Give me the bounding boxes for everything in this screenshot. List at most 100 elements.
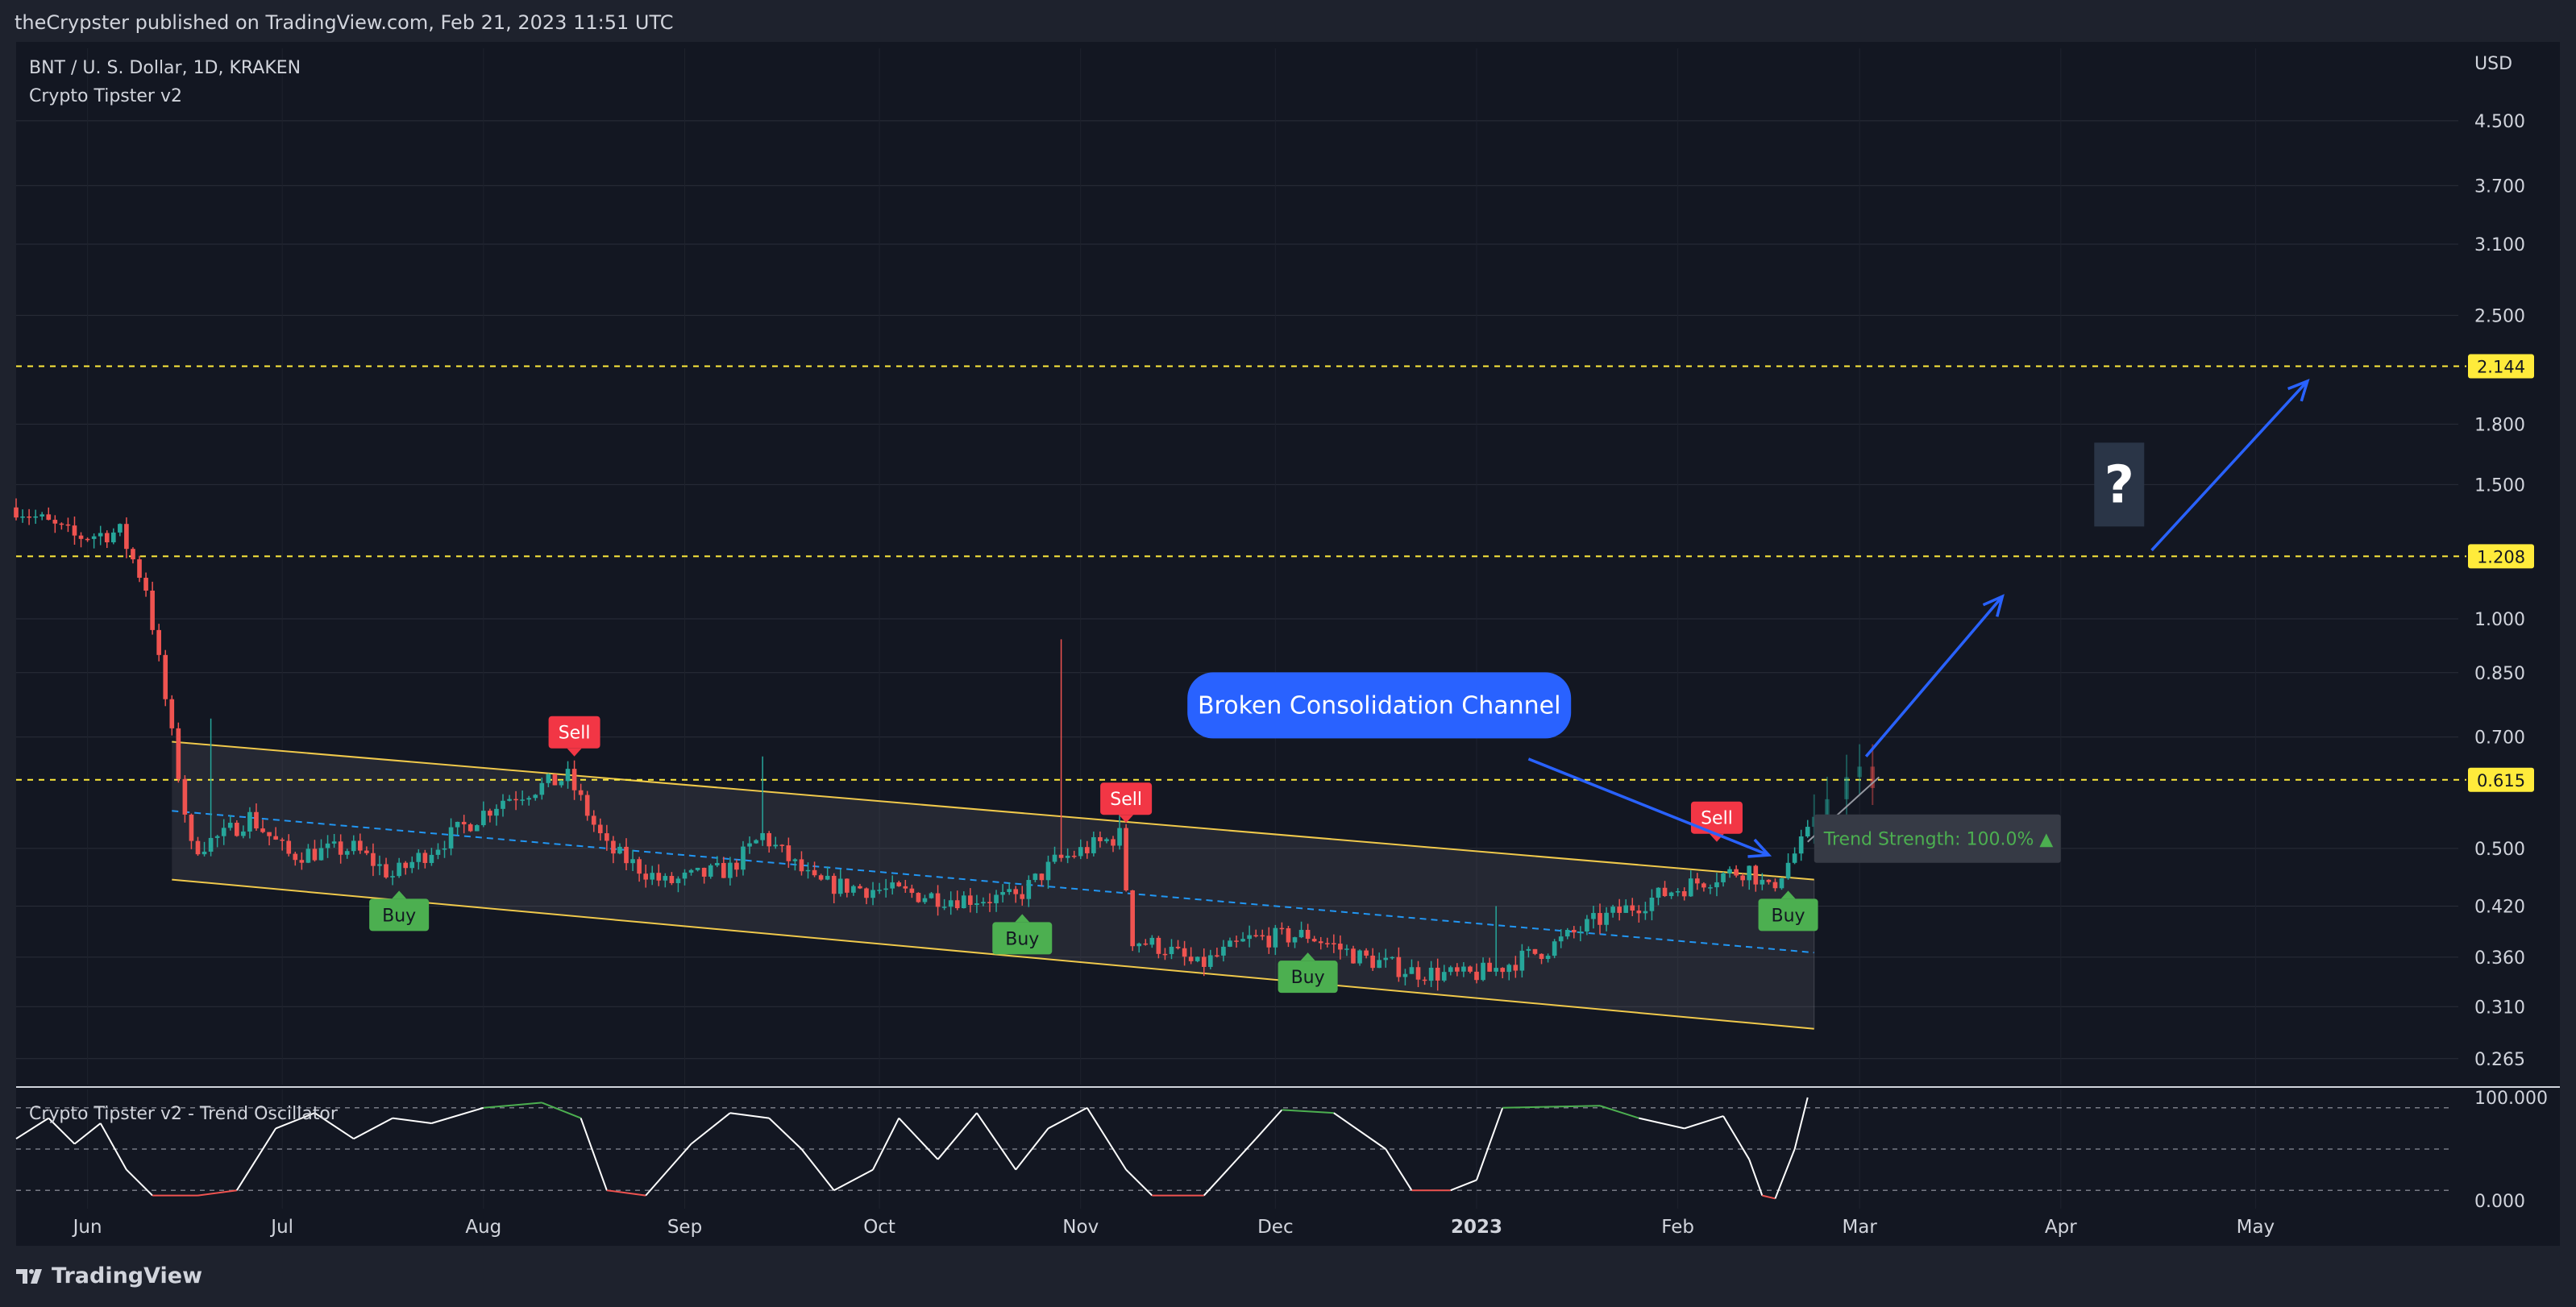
candle-body (195, 840, 201, 855)
candle-body (442, 848, 447, 850)
oscillator-pane: 100.000 0.000 (15, 1089, 2548, 1212)
candle-body (1435, 967, 1440, 981)
candle-body (318, 848, 324, 861)
candle-body (1149, 937, 1155, 945)
candle-body (1286, 927, 1291, 943)
oscillator-segment (729, 1112, 770, 1119)
candle-body (1747, 865, 1752, 881)
candle-body (643, 873, 648, 880)
y-tick-label: 0.265 (2474, 1050, 2525, 1070)
buy-signal-label: Buy (1005, 929, 1039, 949)
candle-body (1564, 930, 1570, 937)
candle-body (1111, 839, 1116, 846)
y-tick-label: 0.700 (2474, 728, 2525, 749)
candle-body (611, 840, 616, 854)
annotation-arrow (2150, 380, 2309, 552)
candle-body (605, 833, 609, 841)
x-tick-label: Sep (667, 1217, 702, 1238)
sell-signal-label: Sell (1701, 809, 1733, 829)
candle-body (358, 840, 363, 851)
candle-body (968, 895, 973, 905)
candle-body (539, 782, 545, 795)
tradingview-brand: TradingView (52, 1263, 203, 1288)
trend-strength-text: Trend Strength: 100.0% ▲ (1823, 830, 2054, 850)
oscillator-segment (235, 1127, 276, 1191)
chart-canvas[interactable]: 2.144 1.208 0.615 Sell Buy Sell Buy Buy Sell Buy… (0, 0, 2576, 1307)
candle-body (1571, 930, 1577, 933)
oscillator-segment (541, 1102, 582, 1119)
candle-body (1124, 828, 1128, 890)
candle-body (1468, 966, 1473, 972)
oscillator-segment (800, 1148, 835, 1191)
candle-body (1668, 892, 1674, 897)
candle-body (1506, 965, 1512, 973)
y-tick-label: 4.500 (2474, 112, 2525, 132)
candle-body (59, 523, 64, 525)
candle-body (494, 808, 499, 816)
candle-body (974, 903, 979, 905)
candle-body (1604, 912, 1609, 925)
candle-body (1558, 936, 1564, 942)
oscillator-segment (1450, 1179, 1477, 1192)
candle-body (1065, 855, 1070, 858)
candle-body (1332, 943, 1336, 944)
candle-body (429, 854, 434, 863)
candle-body (1708, 887, 1713, 889)
candle-body (422, 853, 428, 863)
candle-body (513, 799, 518, 801)
candle-body (14, 507, 19, 518)
candle-body (189, 814, 194, 841)
candle-body (124, 524, 129, 550)
candle-body (72, 525, 77, 536)
candle-body (1481, 962, 1485, 981)
candle-body (1052, 854, 1057, 862)
candle-body (1422, 979, 1427, 981)
candle-body (384, 864, 388, 878)
candle-body (182, 778, 188, 815)
oscillator-segment (392, 1117, 432, 1124)
candle-body (799, 859, 804, 872)
candle-body (1221, 946, 1226, 956)
candle-body (650, 873, 655, 880)
candle-body (578, 790, 584, 795)
candle-body (52, 520, 58, 524)
candle-body (883, 888, 888, 890)
candle-body (241, 831, 246, 836)
candle-body (1273, 927, 1278, 948)
candle-body (1364, 950, 1369, 956)
candle-body (747, 843, 752, 847)
candle-body (546, 774, 551, 783)
tradingview-logo-icon (16, 1268, 42, 1284)
candle-body (1610, 907, 1615, 913)
candle-body (1377, 960, 1382, 969)
candle-body (526, 798, 532, 800)
y-tick-label: 3.100 (2474, 235, 2525, 255)
level-price-label: 2.144 (2477, 358, 2525, 377)
candle-body (929, 893, 934, 898)
candle-body (1545, 956, 1551, 960)
candle-body (91, 536, 97, 539)
candle-body (467, 824, 473, 832)
candle-body (1513, 965, 1519, 971)
oscillator-segment (126, 1168, 153, 1197)
candle-body (1162, 953, 1168, 956)
y-tick-label: 1.000 (2474, 610, 2525, 630)
candle-body (1175, 946, 1181, 948)
sell-signal-label: Sell (559, 724, 591, 744)
candle-body (597, 824, 603, 834)
candle-body (1441, 972, 1447, 981)
candle-body (1740, 875, 1746, 881)
tradingview-logo[interactable]: TradingView (16, 1263, 202, 1288)
candle-body (1656, 887, 1661, 898)
candle-body (1714, 882, 1719, 888)
candle-body (773, 844, 779, 847)
candle-body (1591, 913, 1596, 919)
candle-body (1026, 880, 1032, 899)
candle-body (1247, 935, 1252, 940)
candle-body (1448, 967, 1453, 973)
candle-body (1760, 879, 1765, 885)
candle-body (1013, 889, 1019, 894)
candle-body (118, 524, 123, 533)
candle-body (981, 902, 986, 904)
candle-body (1091, 836, 1096, 853)
